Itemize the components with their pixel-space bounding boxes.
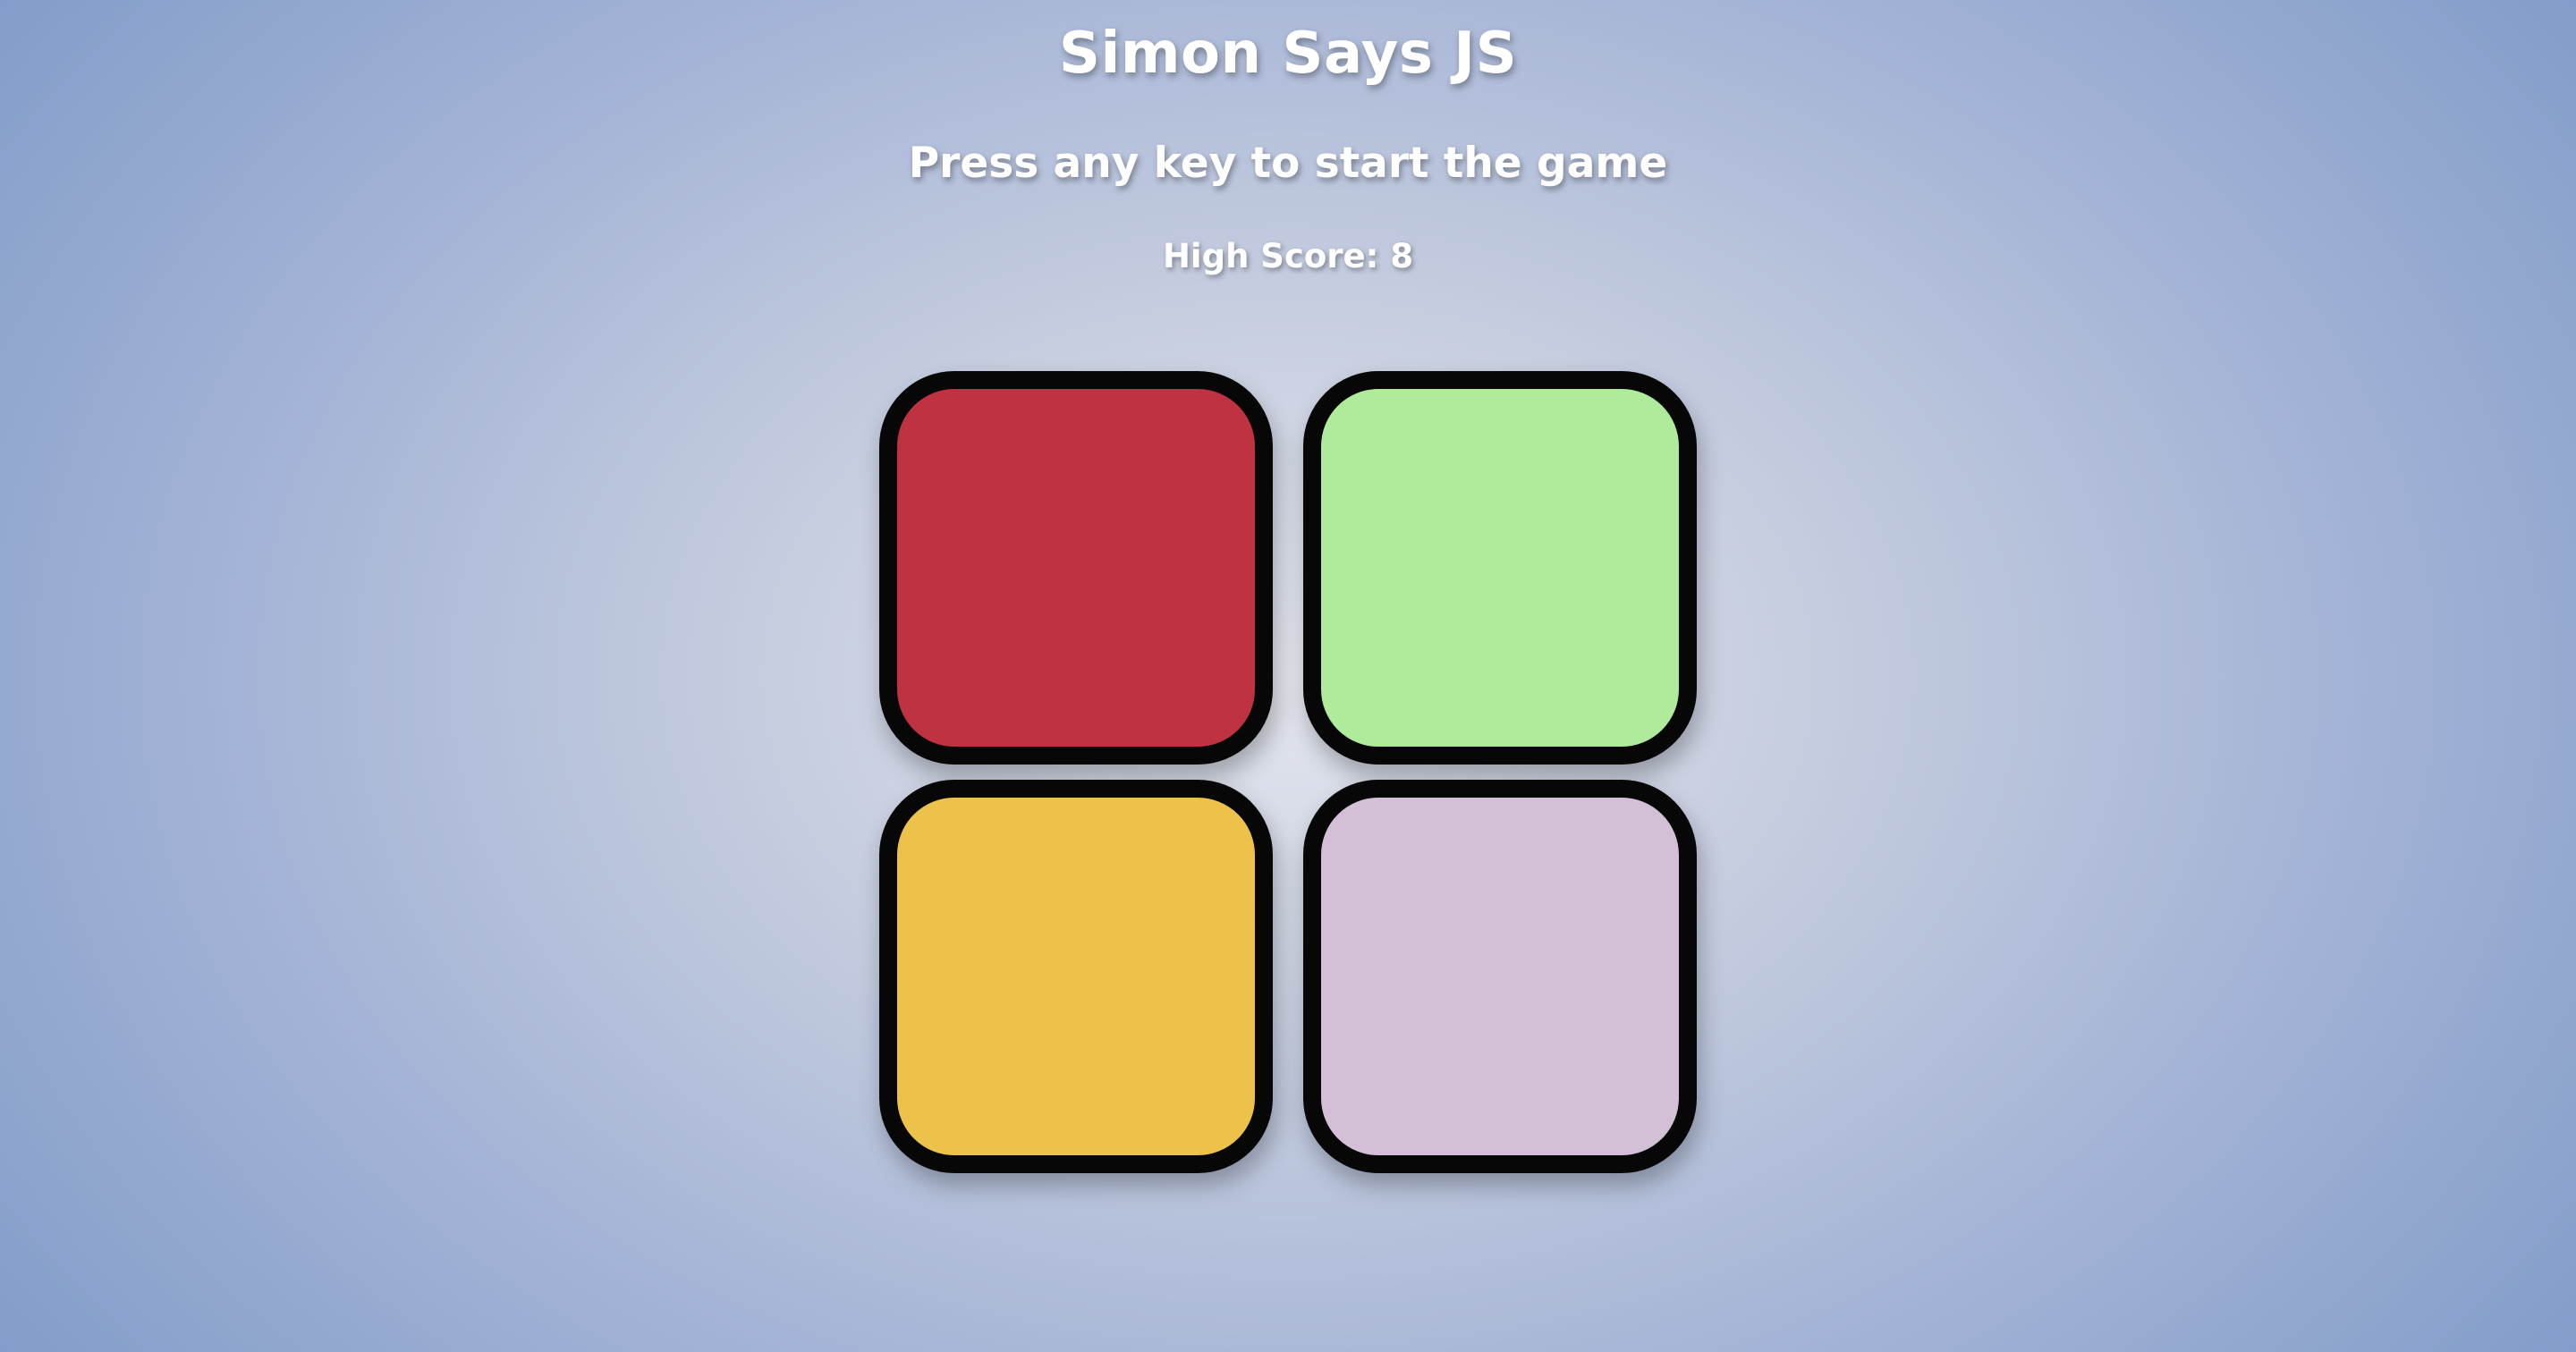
- game-title: Simon Says JS: [1058, 21, 1518, 87]
- purple-pad-button[interactable]: [1303, 780, 1697, 1173]
- red-pad-button[interactable]: [879, 371, 1273, 765]
- game-status-text: Press any key to start the game: [908, 139, 1668, 188]
- high-score-text: High Score: 8: [1162, 237, 1414, 275]
- yellow-pad-button[interactable]: [879, 780, 1273, 1173]
- green-pad-button[interactable]: [1303, 371, 1697, 765]
